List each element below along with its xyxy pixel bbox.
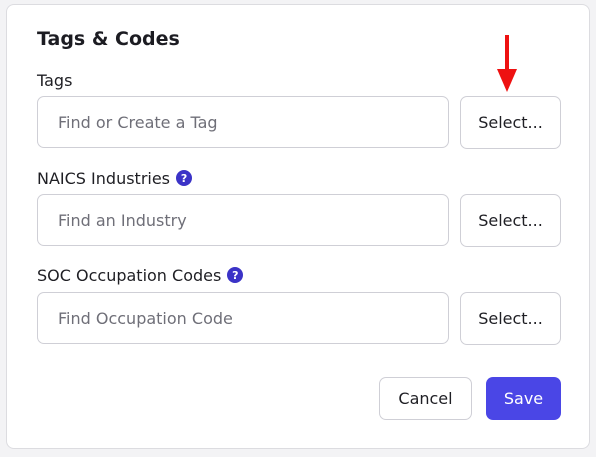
- dialog-title: Tags & Codes: [37, 28, 180, 50]
- tags-codes-dialog: Tags & Codes Tags Select... NAICS Indust…: [6, 4, 590, 449]
- red-down-arrow-icon: [497, 35, 517, 92]
- cancel-button[interactable]: Cancel: [379, 377, 472, 420]
- naics-select-button[interactable]: Select...: [460, 194, 561, 247]
- tags-select-button-label: Select...: [478, 113, 543, 132]
- tags-label: Tags: [37, 69, 72, 91]
- naics-select-button-label: Select...: [478, 211, 543, 230]
- soc-search-input[interactable]: [37, 292, 449, 344]
- soc-help-icon[interactable]: ?: [227, 267, 244, 283]
- naics-label-text: NAICS Industries: [37, 168, 171, 188]
- soc-label: SOC Occupation Codes ?: [37, 264, 244, 286]
- tags-label-text: Tags: [37, 70, 73, 90]
- cancel-button-label: Cancel: [398, 389, 453, 408]
- soc-select-button-label: Select...: [478, 309, 543, 328]
- naics-search-input[interactable]: [37, 194, 449, 246]
- soc-select-button[interactable]: Select...: [460, 292, 561, 345]
- tags-search-input[interactable]: [37, 96, 449, 148]
- tags-select-button[interactable]: Select...: [460, 96, 561, 149]
- naics-label: NAICS Industries ?: [37, 167, 193, 189]
- soc-label-text: SOC Occupation Codes: [37, 265, 222, 285]
- save-button[interactable]: Save: [486, 377, 561, 420]
- save-button-label: Save: [503, 389, 544, 408]
- naics-help-icon[interactable]: ?: [176, 170, 193, 186]
